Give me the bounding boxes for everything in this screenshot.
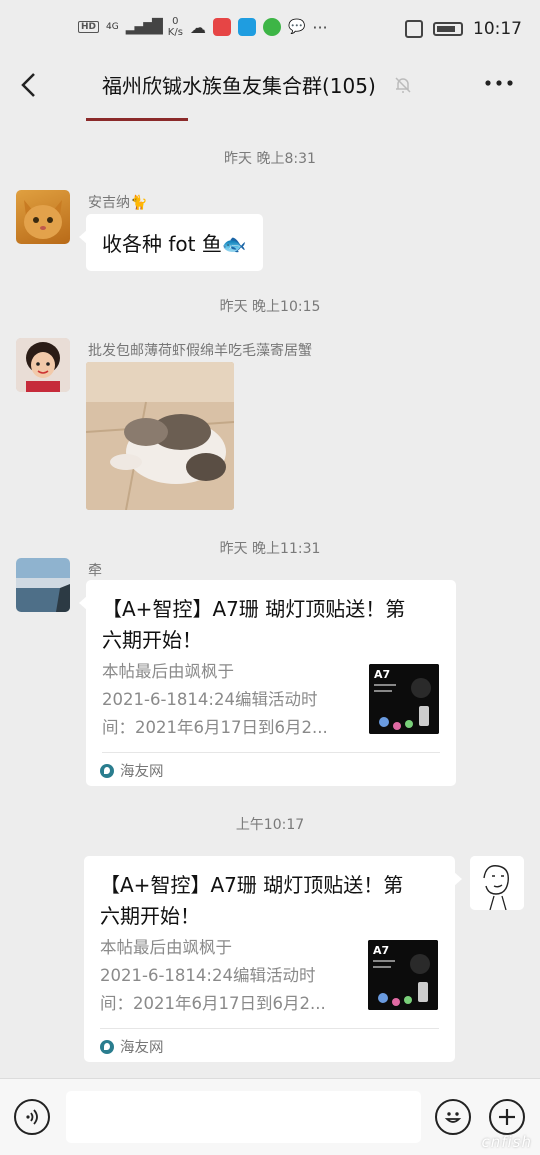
message-bubble[interactable]: 收各种 fot 鱼🐟 [79, 214, 263, 271]
network-type: 4G [106, 22, 119, 32]
link-card[interactable]: 【A+智控】A7珊 瑚灯顶贴送！第 六期开始！ 本帖最后由飒枫于 2021-6-… [84, 856, 462, 1062]
cat-avatar-image [24, 200, 62, 239]
thumbnail-image: A7 [368, 940, 438, 1010]
card-title-line: 六期开始！ [100, 904, 200, 928]
emoji-button[interactable] [435, 1099, 471, 1135]
timestamp: 昨天 晚上8:31 [224, 151, 316, 167]
chevron-left-icon [21, 73, 35, 97]
cat-photo-image [86, 362, 234, 510]
emoji-icon [444, 1112, 462, 1123]
more-dots-icon [485, 80, 513, 86]
card-title: 【A+智控】A7珊 瑚灯顶贴送！第 六期开始！ [102, 594, 405, 656]
network-speed: 0 K/s [168, 16, 183, 38]
link-card[interactable]: 【A+智控】A7珊 瑚灯顶贴送！第 六期开始！ 本帖最后由飒枫于 2021-6-… [79, 580, 456, 786]
signal-icon: ▂▄▆█ [125, 19, 163, 35]
thumbnail-label: A7 [374, 668, 390, 681]
more-notifications-icon: ··· [312, 17, 328, 37]
app-notification-icon-red [212, 18, 231, 36]
more-options-button[interactable] [484, 68, 514, 105]
card-desc-line: 本帖最后由飒枫于 [100, 938, 232, 957]
source-app-icon [100, 1039, 114, 1054]
card-desc-line: 间：2021年6月17日到6月2... [102, 718, 328, 737]
avatar[interactable] [16, 558, 70, 612]
card-source: 海友网 [100, 760, 164, 781]
card-desc-line: 2021-6-1814:24编辑活动时 [100, 966, 316, 985]
thumbnail-image: A7 [369, 664, 439, 734]
plus-icon [499, 1109, 515, 1125]
timestamp: 上午10:17 [235, 817, 305, 833]
card-title-line: 六期开始！ [102, 628, 202, 652]
watermark: cnfish [481, 1133, 532, 1151]
sender-name: 安吉纳🐈 [88, 195, 148, 211]
battery-icon [433, 22, 463, 36]
status-left: HD 4G ▂▄▆█ 0 K/s ☁ 💬 ··· [78, 16, 328, 38]
message-text: 收各种 fot 鱼🐟 [102, 232, 247, 256]
card-source: 海友网 [100, 1036, 164, 1057]
back-button[interactable] [18, 70, 38, 108]
source-name: 海友网 [120, 764, 164, 780]
clock: 10:17 [473, 19, 522, 39]
card-description: 本帖最后由飒枫于 2021-6-1814:24编辑活动时 间：2021年6月17… [100, 934, 350, 1018]
message-input[interactable] [66, 1091, 421, 1143]
card-desc-line: 2021-6-1814:24编辑活动时 [102, 690, 318, 709]
cloud-icon: ☁ [189, 17, 206, 37]
more-functions-button[interactable] [489, 1099, 525, 1135]
source-app-icon [100, 763, 114, 778]
group-name: 福州欣铖水族鱼友集合群(105) [102, 74, 376, 98]
speed-unit: K/s [167, 27, 183, 38]
card-divider [102, 752, 440, 753]
card-description: 本帖最后由飒枫于 2021-6-1814:24编辑活动时 间：2021年6月17… [102, 658, 352, 742]
card-title-line: 【A+智控】A7珊 瑚灯顶贴送！第 [102, 597, 406, 621]
status-bar: HD 4G ▂▄▆█ 0 K/s ☁ 💬 ··· 10:17 [0, 0, 540, 62]
vibrate-icon [405, 20, 423, 38]
my-avatar[interactable] [470, 856, 524, 910]
card-thumbnail: A7 [368, 940, 438, 1010]
image-message[interactable] [86, 362, 234, 510]
voice-icon [26, 1109, 38, 1125]
voice-button[interactable] [14, 1099, 50, 1135]
timestamp: 昨天 晚上11:31 [219, 541, 321, 557]
doodle-face-avatar-image [470, 856, 524, 910]
page-title: 福州欣铖水族鱼友集合群(105) [102, 70, 414, 99]
card-title-line: 【A+智控】A7珊 瑚灯顶贴送！第 [100, 873, 404, 897]
sender-name: 批发包邮薄荷虾假绵羊吃毛藻寄居蟹 [88, 343, 312, 359]
avatar[interactable] [16, 190, 70, 244]
wechat-icon: 💬 [287, 19, 306, 35]
avatar[interactable] [16, 338, 70, 392]
card-desc-line: 本帖最后由飒枫于 [102, 662, 234, 681]
input-bar: cnfish [0, 1078, 540, 1155]
card-title: 【A+智控】A7珊 瑚灯顶贴送！第 六期开始！ [100, 870, 403, 932]
card-divider [100, 1028, 439, 1029]
speed-value: 0 [172, 16, 179, 27]
timestamp: 昨天 晚上10:15 [219, 299, 321, 315]
child-avatar-image [16, 338, 70, 392]
bell-muted-icon [395, 76, 411, 93]
card-desc-line: 间：2021年6月17日到6月2... [100, 994, 326, 1013]
previous-image-edge [86, 118, 188, 121]
card-thumbnail: A7 [369, 664, 439, 734]
source-name: 海友网 [120, 1040, 164, 1056]
thumbnail-label: A7 [373, 944, 389, 957]
hd-indicator: HD [78, 21, 100, 33]
sender-name: 牵 [88, 563, 102, 579]
status-right: 10:17 [405, 19, 522, 39]
seascape-avatar-image [16, 558, 70, 612]
app-notification-icon-blue [237, 18, 256, 36]
app-notification-icon-green [262, 18, 281, 36]
chat-header: 福州欣铖水族鱼友集合群(105) [0, 62, 540, 112]
